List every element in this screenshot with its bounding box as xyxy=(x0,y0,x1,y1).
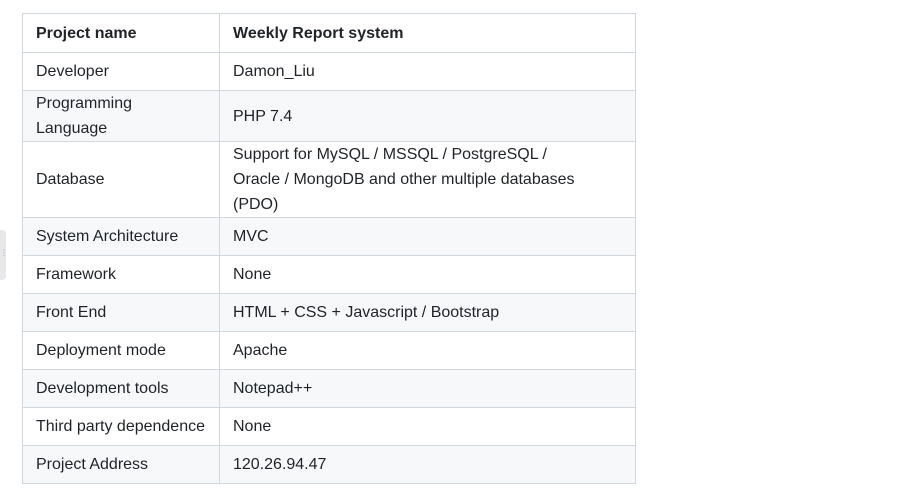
row-label: System Architecture xyxy=(22,217,220,256)
row-value: Damon_Liu xyxy=(219,52,636,91)
table-header-row: Project name Weekly Report system xyxy=(22,13,636,53)
row-value: Notepad++ xyxy=(219,369,636,408)
header-label-cell: Project name xyxy=(22,13,220,53)
row-value-line-2: Oracle / MongoDB and other multiple data… xyxy=(233,171,575,213)
row-label: Developer xyxy=(22,52,220,91)
row-label: Database xyxy=(22,141,220,218)
table-row: Front End HTML + CSS + Javascript / Boot… xyxy=(22,293,636,332)
row-value: Apache xyxy=(219,331,636,370)
table-row: Developer Damon_Liu xyxy=(22,52,636,91)
row-value: None xyxy=(219,255,636,294)
row-label: Programming Language xyxy=(22,90,220,142)
row-value: None xyxy=(219,407,636,446)
table-row: Project Address 120.26.94.47 xyxy=(22,445,636,484)
row-label: Framework xyxy=(22,255,220,294)
row-value-line-1: Support for MySQL / MSSQL / PostgreSQL / xyxy=(233,146,547,163)
drag-handle-icon: ⋮ xyxy=(0,248,8,257)
row-label: Third party dependence xyxy=(22,407,220,446)
header-value-cell: Weekly Report system xyxy=(219,13,636,53)
row-value: Support for MySQL / MSSQL / PostgreSQL /… xyxy=(219,141,636,218)
row-label: Deployment mode xyxy=(22,331,220,370)
row-label: Development tools xyxy=(22,369,220,408)
row-label: Project Address xyxy=(22,445,220,484)
row-value: MVC xyxy=(219,217,636,256)
table-row: System Architecture MVC xyxy=(22,217,636,256)
project-info-table: Project name Weekly Report system Develo… xyxy=(22,13,636,484)
table-row: Database Support for MySQL / MSSQL / Pos… xyxy=(22,141,636,218)
table-row: Development tools Notepad++ xyxy=(22,369,636,408)
table-row: Framework None xyxy=(22,255,636,294)
row-value: 120.26.94.47 xyxy=(219,445,636,484)
side-panel-handle[interactable]: ⋮ xyxy=(0,230,8,280)
row-label: Front End xyxy=(22,293,220,332)
table-row: Programming Language PHP 7.4 xyxy=(22,90,636,142)
row-value: PHP 7.4 xyxy=(219,90,636,142)
row-value: HTML + CSS + Javascript / Bootstrap xyxy=(219,293,636,332)
table-row: Third party dependence None xyxy=(22,407,636,446)
table-row: Deployment mode Apache xyxy=(22,331,636,370)
